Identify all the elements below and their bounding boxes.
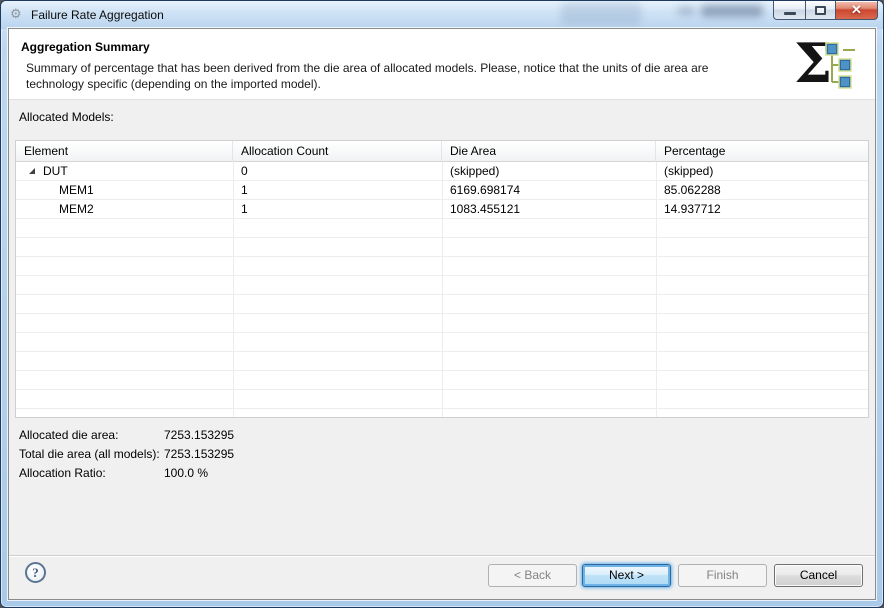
allocation-ratio-label: Allocation Ratio: xyxy=(19,466,106,480)
dialog-client-area: Aggregation Summary Summary of percentag… xyxy=(7,27,877,601)
svg-text:Σ: Σ xyxy=(794,32,832,95)
element-cell: MEM2 xyxy=(59,202,94,216)
screenshot: ⚙ Failure Rate Aggregation ✕ Aggregation… xyxy=(0,0,884,608)
background-window-blur xyxy=(701,5,763,17)
minimize-button[interactable] xyxy=(773,1,805,20)
table-header-row: Element Allocation Count Die Area Percen… xyxy=(16,141,868,162)
column-header-element[interactable]: Element xyxy=(16,141,233,162)
allocated-die-area-label: Allocated die area: xyxy=(19,428,119,442)
column-header-percentage[interactable]: Percentage xyxy=(656,141,868,162)
maximize-icon xyxy=(815,5,826,15)
title-bar[interactable]: ⚙ Failure Rate Aggregation xyxy=(1,1,883,29)
element-cell: MEM1 xyxy=(59,183,94,197)
next-button[interactable]: Next > xyxy=(582,564,671,587)
page-title: Aggregation Summary xyxy=(21,40,150,54)
page-description: Summary of percentage that has been deri… xyxy=(26,61,709,91)
column-header-die-area[interactable]: Die Area xyxy=(442,141,656,162)
finish-button[interactable]: Finish xyxy=(678,564,767,587)
dialog-window: ⚙ Failure Rate Aggregation ✕ Aggregation… xyxy=(0,0,884,608)
background-window-blur xyxy=(561,3,641,25)
column-header-allocation-count[interactable]: Allocation Count xyxy=(233,141,442,162)
allocated-models-label: Allocated Models: xyxy=(19,110,114,124)
close-icon: ✕ xyxy=(851,2,862,17)
tree-expander-icon[interactable] xyxy=(28,167,36,175)
die-area-cell: 6169.698174 xyxy=(450,183,521,197)
cancel-button[interactable]: Cancel xyxy=(774,564,863,587)
maximize-button[interactable] xyxy=(805,1,836,20)
allocation-ratio-value: 100.0 % xyxy=(164,466,209,480)
wizard-header: Aggregation Summary Summary of percentag… xyxy=(9,29,875,100)
element-cell: DUT xyxy=(43,164,68,178)
back-button[interactable]: < Back xyxy=(488,564,577,587)
die-area-cell: 1083.455121 xyxy=(450,202,521,216)
percentage-cell: 85.062288 xyxy=(664,183,721,197)
background-window-blur xyxy=(677,7,695,15)
allocation-count-cell: 1 xyxy=(241,183,248,197)
total-die-area-label: Total die area (all models): xyxy=(19,447,160,461)
percentage-cell: (skipped) xyxy=(664,164,714,178)
column-divider xyxy=(442,162,443,417)
close-button[interactable]: ✕ xyxy=(836,1,878,20)
allocated-models-table: Element Allocation Count Die Area Percen… xyxy=(15,140,869,418)
allocation-count-cell: 0 xyxy=(241,164,248,178)
allocation-count-cell: 1 xyxy=(241,202,248,216)
percentage-cell: 14.937712 xyxy=(664,202,721,216)
column-divider xyxy=(233,162,234,417)
minimize-icon xyxy=(783,11,796,15)
summary-block: Allocated die area: 7253.153295 Total di… xyxy=(19,426,234,483)
help-button[interactable]: ? xyxy=(25,562,46,583)
column-divider xyxy=(656,162,657,417)
allocated-die-area-value: 7253.153295 xyxy=(164,428,235,442)
window-controls: ✕ xyxy=(773,1,878,20)
die-area-cell: (skipped) xyxy=(450,164,500,178)
sigma-hierarchy-icon: Σ xyxy=(794,32,855,95)
total-die-area-value: 7253.153295 xyxy=(164,447,235,461)
window-title: Failure Rate Aggregation xyxy=(31,8,164,22)
gear-icon: ⚙ xyxy=(10,6,22,21)
button-bar-divider xyxy=(9,555,875,557)
